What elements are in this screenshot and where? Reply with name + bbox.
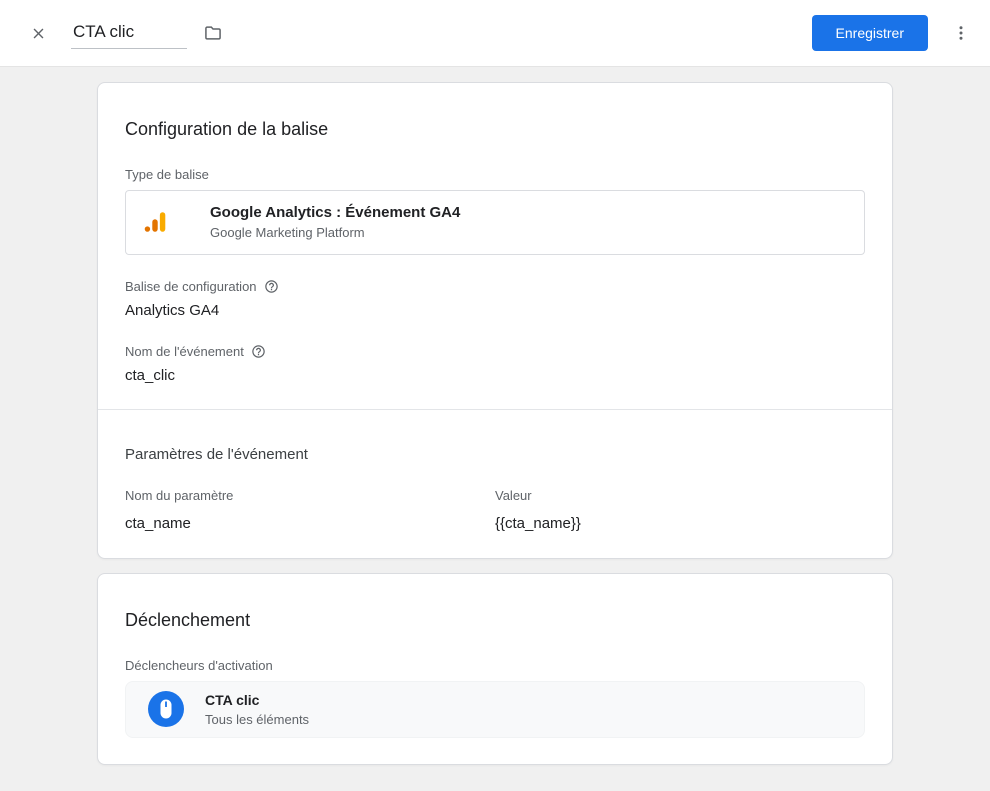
config-tag-label-text: Balise de configuration	[125, 278, 257, 294]
help-icon[interactable]	[264, 279, 279, 294]
trigger-section: Déclenchement Déclencheurs d'activation …	[98, 589, 892, 738]
event-parameters-title: Paramètres de l'événement	[125, 445, 308, 463]
event-name-label: Nom de l'événement	[125, 344, 865, 359]
close-icon[interactable]	[26, 21, 51, 46]
trigger-row[interactable]: CTA clic Tous les éléments	[125, 680, 865, 738]
param-value-header: Valeur	[495, 487, 532, 503]
tag-type-text: Google Analytics : Événement GA4 Google …	[210, 204, 460, 240]
help-glyph	[252, 345, 265, 358]
event-parameters-section: Paramètres de l'événement Nom du paramèt…	[98, 425, 892, 558]
help-icon[interactable]	[251, 344, 266, 359]
trigger-name: CTA clic	[205, 691, 260, 708]
config-tag-value: Analytics GA4	[125, 301, 220, 319]
tag-type-platform: Google Marketing Platform	[210, 225, 365, 241]
save-button[interactable]: Enregistrer	[811, 15, 928, 51]
main-content: Configuration de la balise Type de balis…	[0, 67, 990, 791]
section-divider	[98, 408, 892, 410]
trigger-card-title: Déclenchement	[125, 609, 251, 630]
tag-type-label: Type de balise	[125, 166, 209, 182]
kebab-glyph	[959, 26, 963, 40]
param-value-cell: {{cta_name}}	[495, 514, 581, 532]
trigger-text: CTA clic Tous les éléments	[205, 692, 309, 727]
trigger-card: Déclenchement Déclencheurs d'activation …	[97, 572, 893, 765]
param-name-header: Nom du paramètre	[125, 487, 234, 503]
folder-glyph	[205, 26, 221, 40]
param-name-cell: cta_name	[125, 514, 191, 532]
help-glyph	[264, 280, 278, 293]
close-x-glyph	[33, 28, 44, 38]
tag-type-name: Google Analytics : Événement GA4	[210, 204, 461, 222]
tag-configuration-title: Configuration de la balise	[125, 118, 329, 139]
topbar: Enregistrer	[0, 0, 990, 67]
config-tag-label: Balise de configuration	[125, 279, 865, 294]
event-name-value: cta_clic	[125, 366, 176, 384]
tag-type-selector[interactable]: Google Analytics : Événement GA4 Google …	[125, 189, 865, 255]
event-parameters-table: Nom du paramètre Valeur cta_name {{cta_n…	[125, 488, 865, 558]
trigger-type: Tous les éléments	[205, 711, 310, 727]
folder-icon[interactable]	[199, 19, 227, 47]
tag-name-input[interactable]	[71, 17, 187, 49]
tag-configuration-section: Configuration de la balise Type de balis…	[98, 98, 892, 384]
click-trigger-icon	[148, 691, 184, 728]
google-analytics-icon	[144, 212, 166, 233]
kebab-menu-icon[interactable]	[948, 20, 974, 46]
tag-configuration-card: Configuration de la balise Type de balis…	[97, 82, 893, 559]
firing-triggers-label: Déclencheurs d'activation	[125, 657, 273, 673]
event-name-label-text: Nom de l'événement	[125, 343, 244, 359]
